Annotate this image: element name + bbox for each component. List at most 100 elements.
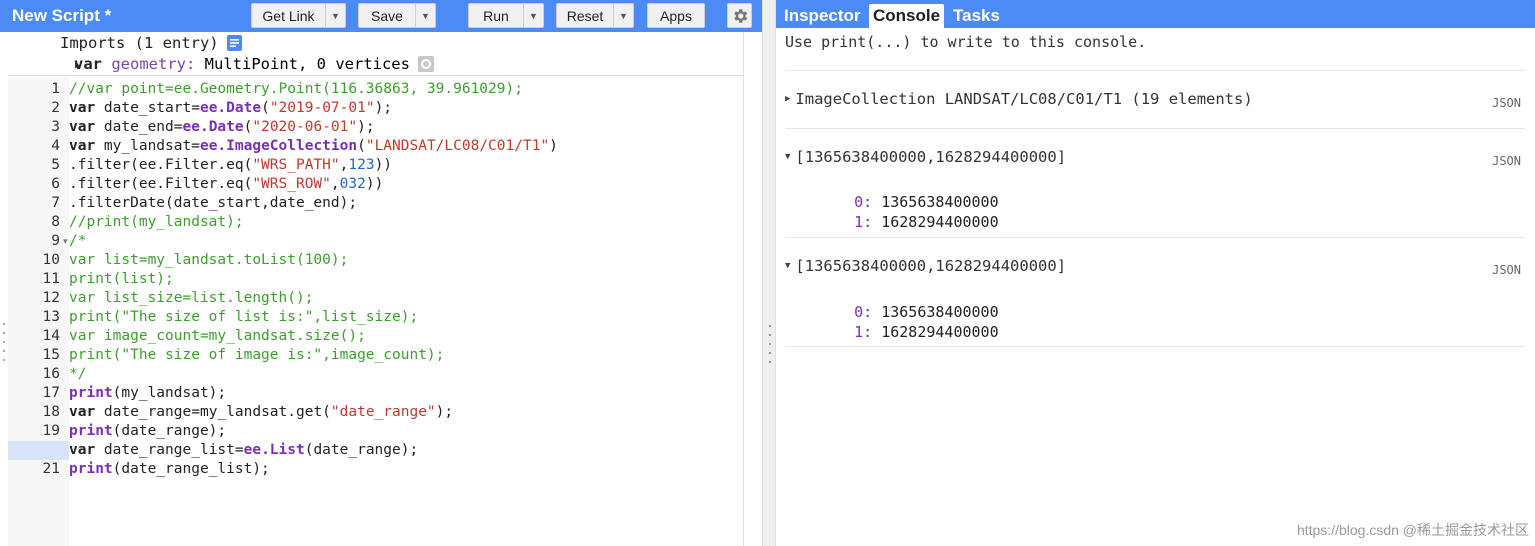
collapse-caret-icon[interactable]: ▼ (785, 261, 790, 271)
code-line[interactable]: print(list); (69, 270, 743, 289)
script-title[interactable]: New Script * (12, 6, 111, 26)
divider-grip-icon[interactable] (767, 322, 773, 366)
document-icon[interactable] (226, 35, 242, 51)
code-line[interactable]: print(date_range); (69, 422, 743, 441)
import-var-name: geometry: (111, 55, 196, 73)
reset-button[interactable]: Reset ▼ (556, 3, 634, 28)
code-token: date_end= (95, 119, 183, 135)
apps-label: Apps (660, 7, 692, 24)
code-line[interactable]: //print(my_landsat); (69, 213, 743, 232)
code-line[interactable]: /* (69, 232, 743, 251)
json-link[interactable]: JSON (1492, 154, 1521, 168)
code-token: var image_count=my_landsat.size(); (69, 328, 366, 344)
get-link-label: Get Link (262, 7, 315, 24)
watermark: https://blog.csdn @稀土掘金技术社区 (1296, 522, 1529, 538)
code-token: "LANDSAT/LC08/C01/T1" (365, 138, 550, 154)
panel-divider[interactable] (762, 0, 776, 546)
code-line[interactable]: .filter(ee.Filter.eq("WRS_PATH",123)) (69, 156, 743, 175)
code-line[interactable]: var date_start=ee.Date("2019-07-01"); (69, 99, 743, 118)
code-area[interactable]: //var point=ee.Geometry.Point(116.36863,… (69, 77, 743, 546)
json-link[interactable]: JSON (1492, 263, 1521, 277)
line-number: 13 (42, 309, 60, 325)
code-token: var (69, 138, 96, 154)
code-line[interactable]: var image_count=my_landsat.size(); (69, 327, 743, 346)
line-number: 16 (42, 366, 60, 382)
settings-gear-button[interactable] (727, 3, 752, 28)
run-button[interactable]: Run ▼ (468, 3, 544, 28)
code-token: "date_range" (330, 404, 436, 420)
line-number: 7 (51, 195, 60, 211)
console-divider (785, 128, 1525, 129)
code-line[interactable]: var list=my_landsat.toList(100); (69, 251, 743, 270)
code-token: date_range=my_landsat.get( (95, 404, 331, 420)
code-line[interactable]: var date_range=my_landsat.get("date_rang… (69, 403, 743, 422)
collapse-caret-icon[interactable]: ▼ (785, 152, 790, 162)
console-entry-text: [1365638400000,1628294400000] (795, 257, 1067, 275)
code-line[interactable]: var list_size=list.length(); (69, 289, 743, 308)
line-number: 8 (51, 214, 60, 230)
code-line[interactable]: var date_end=ee.Date("2020-06-01"); (69, 118, 743, 137)
line-number: 18 (42, 404, 60, 420)
code-line[interactable]: */ (69, 365, 743, 384)
import-geometry-row[interactable]: var geometry: MultiPoint, 0 vertices (74, 55, 434, 73)
imports-header[interactable]: Imports (1 entry) (60, 34, 242, 52)
line-number: 5 (51, 157, 60, 173)
right-panel-tabs: Inspector Console Tasks (776, 0, 1535, 28)
code-token: var (69, 442, 96, 458)
line-number: 4 (51, 138, 60, 154)
code-token: var list_size=list.length(); (69, 290, 314, 306)
item-value: 1628294400000 (881, 213, 999, 231)
get-link-button[interactable]: Get Link ▼ (251, 3, 346, 28)
line-number: 19 (42, 423, 60, 439)
code-token: ee.List (243, 442, 305, 458)
code-token: ); (357, 119, 375, 135)
code-line[interactable]: var my_landsat=ee.ImageCollection("LANDS… (69, 137, 743, 156)
console-divider (785, 237, 1525, 238)
code-token: )) (374, 157, 393, 173)
left-resize-handle[interactable] (0, 320, 8, 364)
code-line[interactable]: .filterDate(date_start,date_end); (69, 194, 743, 213)
console-hint: Use print(...) to write to this console. (785, 33, 1147, 51)
code-line[interactable]: //var point=ee.Geometry.Point(116.36863,… (69, 80, 743, 99)
code-token: "2020-06-01" (252, 119, 358, 135)
line-number: 17 (42, 385, 60, 401)
fold-toggle-icon[interactable]: ▾ (63, 232, 68, 251)
code-token: print("The size of list is:",list_size); (69, 309, 419, 325)
code-line[interactable]: print(date_range_list); (69, 460, 743, 479)
tab-tasks[interactable]: Tasks (949, 4, 1004, 28)
save-button[interactable]: Save ▼ (358, 3, 436, 28)
tab-inspector[interactable]: Inspector (780, 4, 865, 28)
code-token: date_range_list= (95, 442, 244, 458)
code-token: ( (357, 138, 366, 154)
reset-dropdown-icon[interactable]: ▼ (613, 4, 633, 27)
save-dropdown-icon[interactable]: ▼ (415, 4, 435, 27)
code-token: (date_range); (304, 442, 419, 458)
console-entry-imagecollection[interactable]: ▶ ImageCollection LANDSAT/LC08/C01/T1 (19… (785, 90, 1253, 108)
code-token: ( (261, 100, 270, 116)
apps-button[interactable]: Apps (647, 3, 705, 28)
code-line[interactable]: print(my_landsat); (69, 384, 743, 403)
code-token: my_landsat= (95, 138, 200, 154)
expand-caret-icon[interactable]: ▶ (785, 94, 790, 104)
run-dropdown-icon[interactable]: ▼ (523, 4, 543, 27)
console-entry-list[interactable]: ▼ [1365638400000,1628294400000] (785, 257, 1066, 275)
code-token: var (69, 100, 96, 116)
editor-scrollbar[interactable] (743, 32, 762, 546)
code-line[interactable]: print("The size of image is:",image_coun… (69, 346, 743, 365)
run-label: Run (483, 7, 509, 24)
tab-console[interactable]: Console (869, 4, 945, 28)
json-link[interactable]: JSON (1492, 96, 1521, 110)
code-token: date_start= (95, 100, 200, 116)
code-line[interactable]: var date_range_list=ee.List(date_range); (69, 441, 743, 460)
code-line[interactable]: print("The size of list is:",list_size); (69, 308, 743, 327)
code-token: .filter(ee.Filter.eq( (69, 157, 253, 173)
code-token: 123 (348, 157, 375, 173)
import-settings-icon[interactable] (417, 56, 434, 72)
save-label: Save (371, 7, 403, 24)
item-key: 1: (854, 213, 873, 231)
console-entry-list[interactable]: ▼ [1365638400000,1628294400000] (785, 148, 1066, 166)
code-token: (my_landsat); (112, 385, 227, 401)
get-link-dropdown-icon[interactable]: ▼ (325, 4, 345, 27)
code-line[interactable]: .filter(ee.Filter.eq("WRS_ROW",032)) (69, 175, 743, 194)
console-divider (785, 346, 1525, 347)
